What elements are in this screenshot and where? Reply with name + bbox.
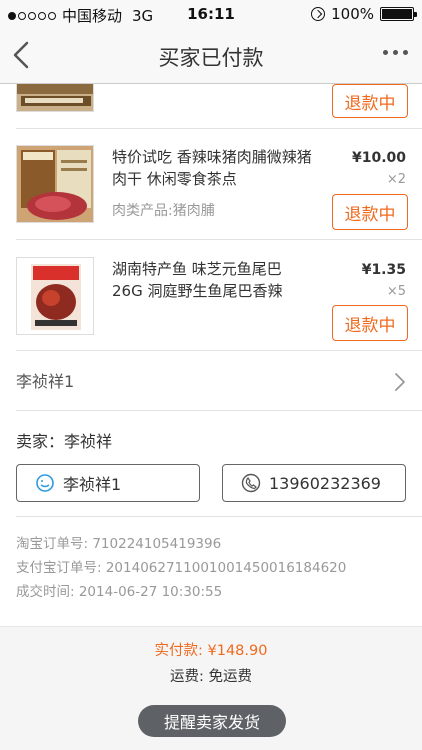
- divider: [16, 350, 422, 351]
- phone-icon: [241, 473, 261, 493]
- product-quantity: ×2: [386, 172, 406, 187]
- product-title[interactable]: 特价试吃 香辣味猪肉脯微辣猪肉干 休闲零食茶点: [112, 146, 312, 190]
- divider: [16, 239, 422, 240]
- product-quantity: ×5: [386, 284, 406, 299]
- product-price: ¥10.00: [351, 150, 406, 166]
- paid-amount: 实付款: ¥148.90: [154, 643, 268, 659]
- taobao-order-number: 淘宝订单号: 710224105419396: [16, 536, 222, 552]
- seller-label: 卖家：李祯祥: [16, 432, 113, 451]
- chat-icon: [36, 474, 54, 492]
- deal-time: 成交时间: 2014-06-27 10:30:55: [16, 584, 223, 600]
- chat-seller-button[interactable]: 李祯祥1: [16, 464, 200, 502]
- product-thumbnail[interactable]: [16, 145, 94, 223]
- shop-name[interactable]: 李祯祥1: [16, 368, 74, 392]
- shipping-fee: 运费: 免运费: [170, 669, 252, 685]
- divider: [16, 516, 422, 517]
- more-dots-icon[interactable]: [383, 50, 408, 55]
- call-seller-button[interactable]: 13960232369: [222, 464, 406, 502]
- chat-seller-label: 李祯祥1: [63, 475, 122, 494]
- battery-percent: 100%: [331, 5, 374, 23]
- phone-number: 13960232369: [269, 473, 381, 493]
- nav-bar: 买家已付款: [0, 28, 422, 84]
- order-summary: 实付款: ¥148.90 运费: 免运费 提醒卖家发货: [0, 626, 422, 750]
- product-attribute: 肉类产品:猪肉脯: [112, 203, 215, 219]
- chevron-right-icon[interactable]: [394, 372, 406, 392]
- status-bar: 中国移动 3G 16:11 100%: [0, 0, 422, 28]
- product-thumbnail[interactable]: [16, 257, 94, 335]
- alipay-order-number: 支付宝订单号: 2014062711001001450016184620: [16, 560, 347, 576]
- product-title[interactable]: 湖南特产鱼 味芝元鱼尾巴26G 洞庭野生鱼尾巴香辣: [112, 258, 312, 302]
- remind-seller-ship-button[interactable]: 提醒卖家发货: [138, 705, 286, 737]
- refund-status-button[interactable]: 退款中: [332, 194, 408, 230]
- refund-status-button[interactable]: 退款中: [332, 305, 408, 341]
- divider: [16, 410, 422, 411]
- page-title: 买家已付款: [158, 46, 264, 70]
- battery-icon: [380, 7, 417, 21]
- refund-status-button[interactable]: 退款中: [332, 84, 408, 118]
- product-thumbnail[interactable]: [16, 84, 94, 112]
- rotation-lock-icon: [311, 7, 326, 21]
- divider: [16, 128, 422, 129]
- product-price: ¥1.35: [361, 262, 406, 278]
